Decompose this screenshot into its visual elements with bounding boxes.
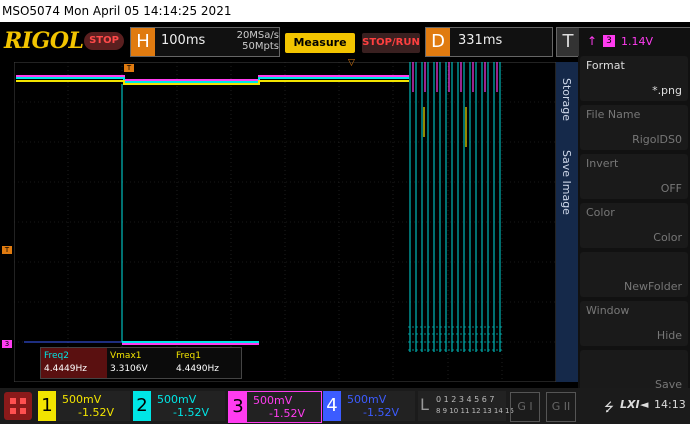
tab-storage[interactable]: Storage <box>560 78 573 121</box>
menu-new-folder[interactable]: NewFolder <box>580 252 688 297</box>
channel-offset: -1.52V <box>363 406 399 419</box>
channel-number: 4 <box>323 391 341 421</box>
channel-scale: 500mV <box>62 393 102 406</box>
measurement-vmax1[interactable]: Vmax1 3.3106V <box>107 348 173 378</box>
menu-label: Format <box>586 59 625 72</box>
measurement-results: Freq2 4.4449Hz Vmax1 3.3106V Freq1 4.449… <box>40 347 242 379</box>
clock-time: 14:13 <box>654 398 686 411</box>
waveform-display[interactable]: T ▽ <box>13 58 557 383</box>
menu-window[interactable]: Window Hide <box>580 301 688 346</box>
lxi-label: LXI <box>620 398 640 411</box>
menu-value: *.png <box>652 84 682 97</box>
home-grid-icon[interactable] <box>4 392 32 420</box>
memory-depth: 50Mpts <box>242 41 279 52</box>
window-title: MSO5074 Mon April 05 14:14:25 2021 <box>2 4 232 18</box>
trigger-arrow-icon: ▽ <box>348 58 355 68</box>
speaker-icon: ◄ <box>640 398 649 411</box>
bottom-bar: 1 500mV -1.52V 2 500mV -1.52V 3 500mV -1… <box>0 388 690 424</box>
measurement-value: 3.3106V <box>110 364 148 374</box>
run-state-button[interactable]: STOP <box>84 32 124 50</box>
channel-1-control[interactable]: 1 500mV -1.52V <box>38 391 130 421</box>
delay-label: D <box>426 28 450 56</box>
tab-save-image[interactable]: Save Image <box>560 150 573 215</box>
stop-run-button[interactable]: STOP/RUN <box>362 33 420 53</box>
menu-format[interactable]: Format *.png <box>580 56 688 101</box>
horizontal-timebase-control[interactable]: H 100ms 20MSa/s 50Mpts <box>130 27 280 57</box>
menu-file-name[interactable]: File Name RigolDS0 <box>580 105 688 150</box>
ch3-offset-marker[interactable]: 3 <box>2 340 12 348</box>
channel-scale: 500mV <box>157 393 197 406</box>
menu-value: Hide <box>656 329 682 342</box>
trigger-label: T <box>557 28 579 56</box>
channel-scale: 500mV <box>253 394 293 407</box>
channel-scale: 500mV <box>347 393 387 406</box>
logic-bits-row1: 0 1 2 3 4 5 6 7 <box>436 395 495 404</box>
menu-label: Color <box>586 206 615 219</box>
channel-offset: -1.52V <box>269 407 305 420</box>
channel-number: 1 <box>38 391 56 421</box>
measure-button[interactable]: Measure <box>285 33 355 53</box>
channel-number: 3 <box>229 392 247 422</box>
logic-analyzer-control[interactable]: L 0 1 2 3 4 5 6 7 8 9 10 11 12 13 14 15 <box>418 391 514 421</box>
menu-label: Invert <box>586 157 619 170</box>
delay-value: 331ms <box>458 33 503 48</box>
measurement-value: 4.4449Hz <box>44 364 87 374</box>
measurement-name: Vmax1 <box>110 351 142 361</box>
generator-1-button[interactable]: G I <box>510 392 540 422</box>
generator-2-button[interactable]: G II <box>546 392 576 422</box>
logic-label: L <box>420 395 429 414</box>
rising-edge-icon: ↑ <box>587 34 598 48</box>
measurement-name: Freq2 <box>44 351 70 361</box>
channel-4-control[interactable]: 4 500mV -1.52V <box>323 391 415 421</box>
measurement-name: Freq1 <box>176 351 202 361</box>
trigger-level-marker[interactable]: T <box>2 246 12 254</box>
channel-offset: -1.52V <box>173 406 209 419</box>
menu-label: Window <box>586 304 630 317</box>
waveform-svg <box>13 61 557 383</box>
top-toolbar: RIGOL STOP H 100ms 20MSa/s 50Mpts Measur… <box>0 24 690 58</box>
rigol-logo: RIGOL <box>4 28 84 54</box>
side-tabs: Storage Save Image <box>556 62 578 382</box>
menu-value: OFF <box>660 182 682 195</box>
measurement-value: 4.4490Hz <box>176 364 219 374</box>
measurement-freq2[interactable]: Freq2 4.4449Hz <box>41 348 107 378</box>
title-bar: MSO5074 Mon April 05 14:14:25 2021 <box>0 0 690 22</box>
channel-offset: -1.52V <box>78 406 114 419</box>
menu-color[interactable]: Color Color <box>580 203 688 248</box>
save-image-menu: Format *.png File Name RigolDS0 Invert O… <box>578 56 690 402</box>
channel-3-control[interactable]: 3 500mV -1.52V <box>228 391 322 423</box>
trigger-level: 1.14V <box>621 35 654 48</box>
channel-2-control[interactable]: 2 500mV -1.52V <box>133 391 225 421</box>
menu-invert[interactable]: Invert OFF <box>580 154 688 199</box>
usb-icon: ⭍ <box>604 400 614 414</box>
sample-rate: 20MSa/s <box>236 30 279 41</box>
menu-value: NewFolder <box>624 280 682 293</box>
menu-value: RigolDS0 <box>632 133 682 146</box>
menu-label: File Name <box>586 108 641 121</box>
horizontal-label: H <box>131 28 155 56</box>
logic-bits-row2: 8 9 10 11 12 13 14 15 <box>436 407 514 415</box>
delay-control[interactable]: D 331ms <box>425 27 553 57</box>
timebase-value: 100ms <box>161 33 206 48</box>
trigger-position-marker[interactable]: T <box>124 64 134 72</box>
channel-number: 2 <box>133 391 151 421</box>
measurement-freq1[interactable]: Freq1 4.4490Hz <box>173 348 239 378</box>
trigger-control[interactable]: T ↑ 3 1.14V <box>556 27 690 57</box>
trigger-source: 3 <box>603 35 615 47</box>
menu-value: Color <box>653 231 682 244</box>
